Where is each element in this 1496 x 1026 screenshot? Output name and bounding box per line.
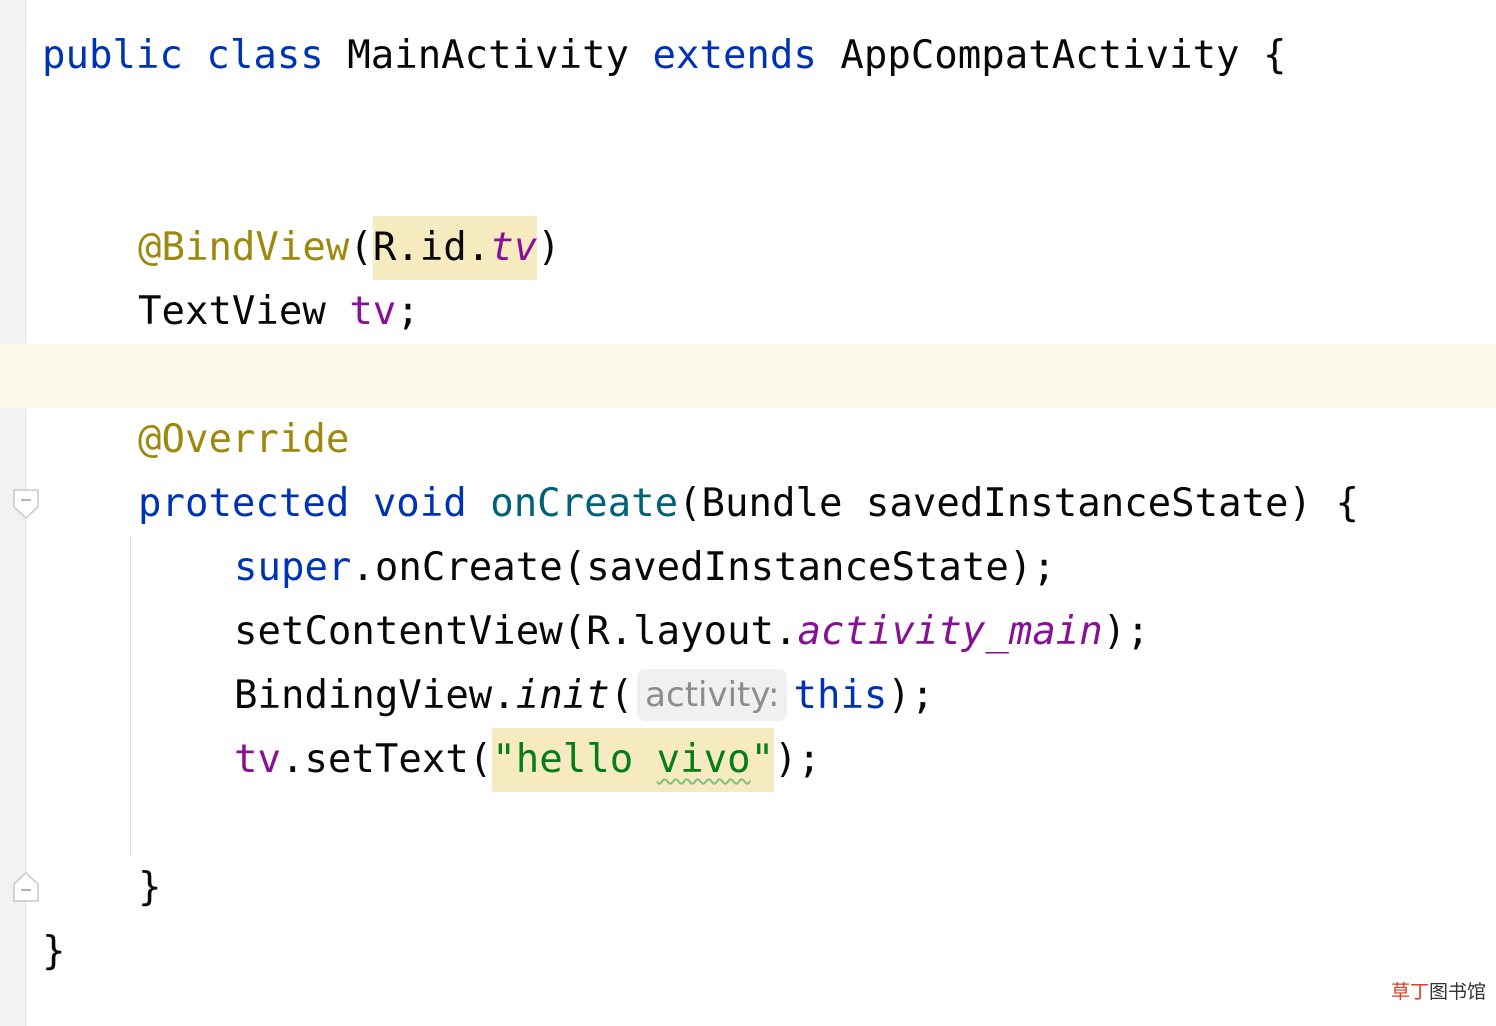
parameter-hint: activity: [637,668,788,721]
annotation-bindview: @BindView [138,225,350,270]
field-tv: tv [349,289,397,334]
code-line-class-close[interactable]: } [42,920,65,984]
string-start: "hello [492,737,657,782]
super-call-rest: .onCreate(savedInstanceState); [351,545,1056,590]
fold-end-icon[interactable] [13,872,39,902]
code-line-bindingview-init[interactable]: BindingView.init(activity: this); [234,664,934,728]
string-end: " [750,737,775,782]
code-line-bindview-annotation[interactable]: @BindView(R.id.tv) [138,216,561,280]
keyword-extends: extends [652,33,817,78]
indent-guide [130,536,131,856]
open-paren: ( [349,225,373,270]
keyword-super: super [234,545,352,590]
statement-end: ); [1102,609,1150,654]
caret-line-highlight [0,344,1496,408]
method-oncreate: onCreate [490,481,679,526]
watermark-part1: 草丁 [1390,981,1429,1003]
code-line-method-close[interactable]: } [138,856,161,920]
resource-prefix: R.id. [372,225,491,270]
keyword-public: public [42,33,183,78]
close-paren: ) [537,225,561,270]
field-tv: tv [234,737,281,782]
open-brace: { [1335,481,1359,526]
code-line-class-declaration[interactable]: public class MainActivity extends AppCom… [42,24,1287,88]
method-params: (Bundle savedInstanceState) [678,481,1313,526]
annotation-override: @Override [138,417,350,462]
highlighted-resource-ref: R.id.tv [372,216,538,280]
keyword-void: void [372,481,467,526]
code-line-setcontentview[interactable]: setContentView(R.layout.activity_main); [234,600,1150,664]
code-line-super-call[interactable]: super.onCreate(savedInstanceState); [234,536,1056,600]
statement-end: ); [774,737,822,782]
highlighted-string-literal: "hello vivo" [492,728,775,792]
keyword-protected: protected [138,481,350,526]
bindingview-ref: BindingView. [234,673,516,718]
watermark-part2: 图书馆 [1428,981,1486,1003]
string-typo-word: vivo [656,737,751,782]
keyword-this: this [793,673,888,718]
close-brace: } [138,865,162,910]
code-line-override-annotation[interactable]: @Override [138,408,349,472]
open-paren: ( [609,673,634,718]
layout-field: activity_main [797,609,1103,654]
method-init: init [515,673,610,718]
setcontentview-call: setContentView(R.layout. [234,609,798,654]
code-line-settext[interactable]: tv.setText("hello vivo"); [234,728,821,792]
code-line-textview-field[interactable]: TextView tv; [138,280,420,344]
watermark-logo: 草丁图书馆 [1391,977,1486,1004]
statement-end: ); [887,673,935,718]
settext-call: .setText( [280,737,493,782]
close-brace: } [42,929,66,974]
open-brace: { [1263,33,1287,78]
parent-class-name: AppCompatActivity [840,33,1240,78]
resource-field: tv [490,225,538,270]
type-textview: TextView [138,289,326,334]
code-line-oncreate-signature[interactable]: protected void onCreate(Bundle savedInst… [138,472,1359,536]
semicolon: ; [396,289,420,334]
class-name: MainActivity [347,33,630,78]
keyword-class: class [206,33,324,78]
fold-collapse-icon[interactable] [13,489,39,519]
